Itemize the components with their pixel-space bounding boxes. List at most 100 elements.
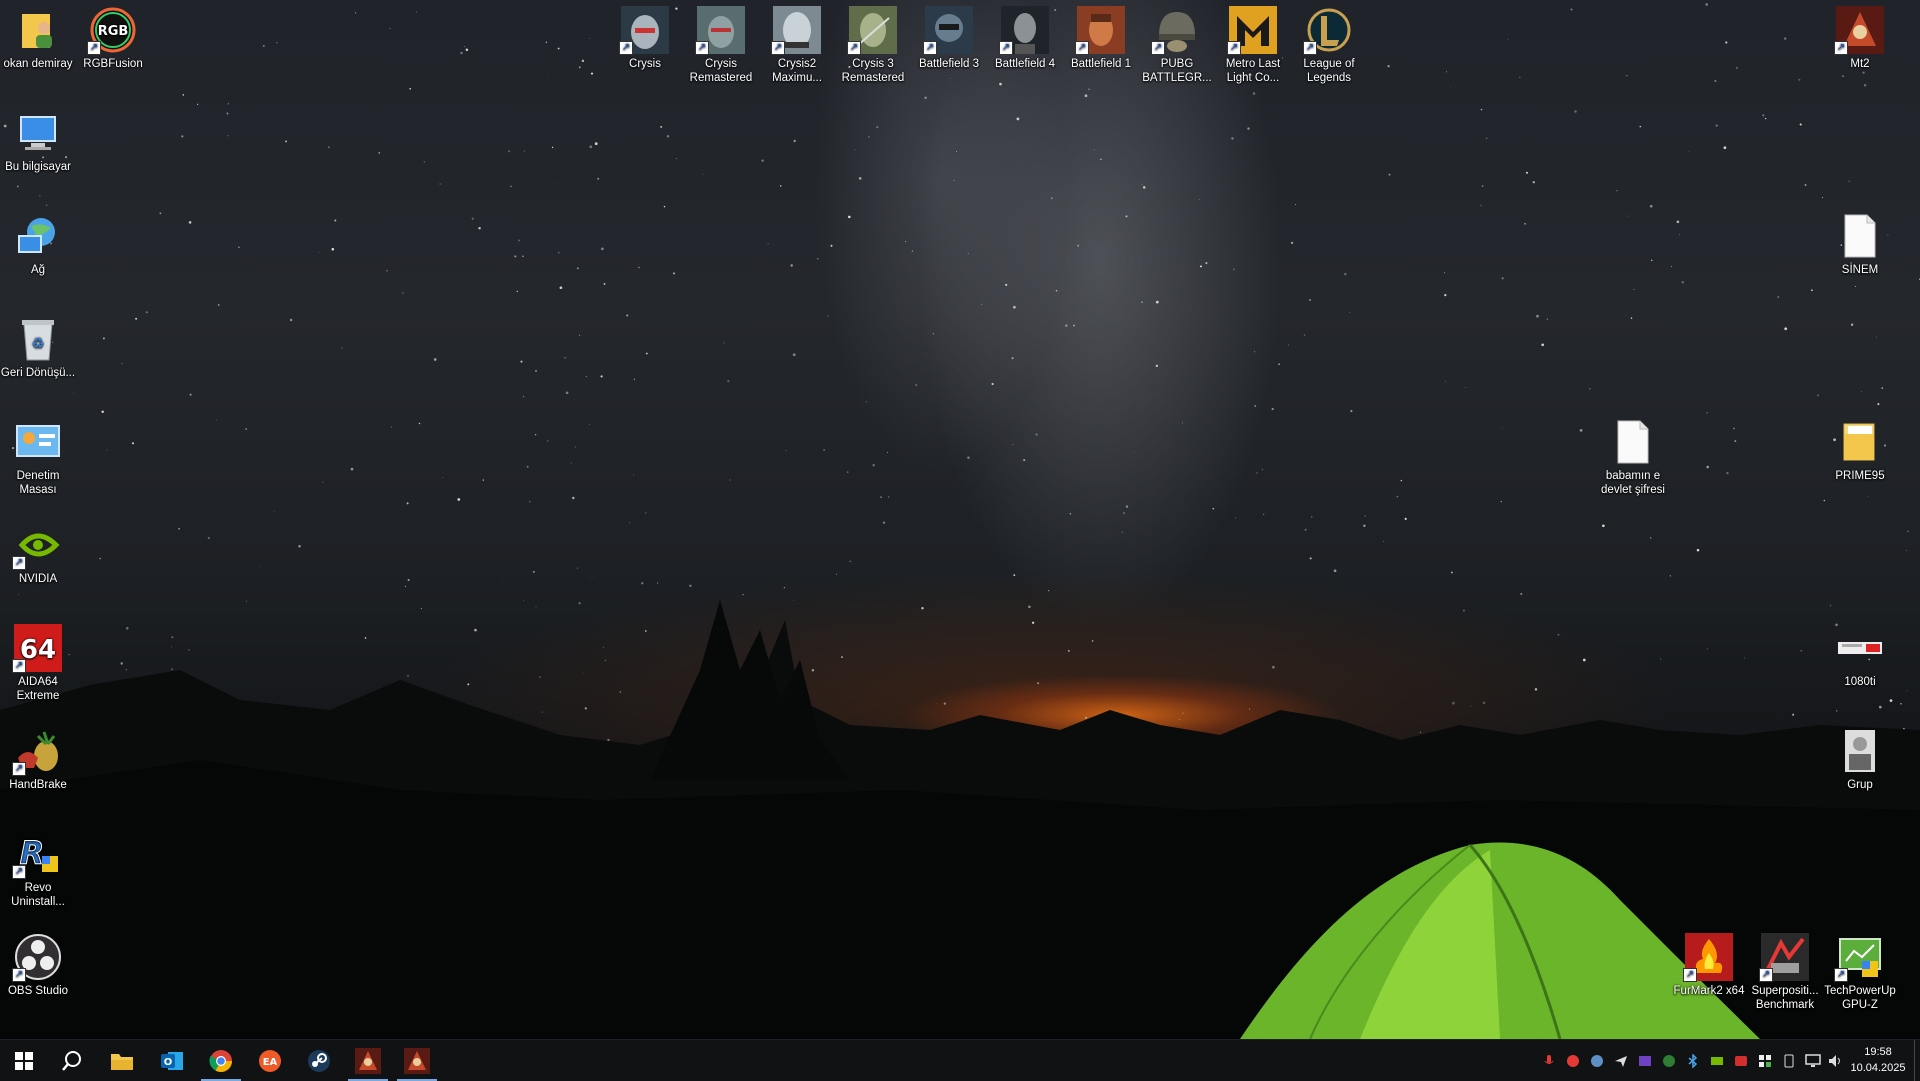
red-tray-icon[interactable] [1731,1040,1751,1081]
desktop-icon-label: Geri Dönüşü... [0,367,76,379]
start-button[interactable] [0,1040,48,1081]
show-desktop-button[interactable] [1914,1040,1920,1081]
desktop-icon-babamin-e-devlet[interactable]: babamın e devlet şifresi [1595,412,1671,497]
mt2-icon: ↗ [1834,6,1884,55]
handbrake-icon: ↗ [12,727,62,776]
desktop-icon-label: Battlefield 4 [994,58,1056,70]
gpu-tray-icon[interactable] [1635,1040,1655,1081]
shortcut-arrow-icon: ↗ [12,762,26,776]
xbox-icon[interactable] [1659,1040,1679,1081]
desktop-icon-bu-bilgisayar[interactable]: Bu bilgisayar [0,103,76,174]
desktop-icon-label: Revo Uninstall... [11,882,65,908]
desktop-icon-label: Grup [1847,779,1873,791]
desktop-icon-battlefield4[interactable]: ↗ Battlefield 4 [987,0,1063,71]
desktop-icon-denetim-masasi[interactable]: Denetim Masası [0,412,76,497]
taskbar-mt2-window-1[interactable] [344,1040,392,1081]
desktop-icon-label: RGBFusion [83,58,143,70]
gpu-image-icon [1836,624,1884,672]
rgb-badge-text: RGB [98,24,129,39]
crysis3-icon: ↗ [847,6,897,55]
desktop-icon-sinem[interactable]: SİNEM [1822,206,1898,277]
windows-logo-icon [15,1051,33,1070]
chrome-icon [209,1049,232,1072]
desktop-icon-prime95[interactable]: PRIME95 [1822,412,1898,483]
taskbar-clock[interactable]: 19:58 10.04.2025 [1846,1044,1910,1076]
league-of-legends-icon: ↗ [1303,6,1353,55]
shortcut-arrow-icon: ↗ [1683,968,1697,982]
desktop-icon-label: Crysis 3 Remastered [841,58,905,84]
desktop-icon-label: okan demiray [3,58,73,70]
desktop-icon-crysis2[interactable]: ↗ Crysis2 Maximu... [759,0,835,85]
desktop-icon-label: Battlefield 1 [1070,58,1132,70]
desktop-icon-okan-demiray[interactable]: okan demiray [0,0,76,71]
desktop-icon-1080ti[interactable]: 1080ti [1822,618,1898,689]
document-icon [1609,418,1657,466]
desktop-icon-grup[interactable]: Grup [1822,721,1898,792]
taskbar-ea-app[interactable]: EA [246,1040,294,1081]
mt2-icon [355,1047,381,1074]
desktop-icon-metro[interactable]: ↗ Metro Last Light Co... [1215,0,1291,85]
plane-icon[interactable] [1611,1040,1631,1081]
mic-icon[interactable] [1539,1040,1559,1081]
desktop-icon-crysis3[interactable]: ↗ Crysis 3 Remastered [835,0,911,85]
furmark-icon: ↗ [1683,933,1733,982]
desktop-icon-handbrake[interactable]: ↗ HandBrake [0,721,76,792]
taskbar-file-explorer[interactable] [98,1040,146,1081]
rgbfusion-icon: RGB ↗ [87,6,137,55]
shortcut-arrow-icon: ↗ [1759,968,1773,982]
desktop-wallpaper [0,0,1920,1039]
desktop-icon-pubg[interactable]: ↗ PUBG BATTLEGR... [1139,0,1215,85]
phone-link-icon[interactable] [1779,1040,1799,1081]
desktop-icon-label: FurMark2 x64 [1673,985,1745,997]
desktop-icon-label: NVIDIA [18,573,58,585]
desktop-icon-league[interactable]: ↗ League of Legends [1291,0,1367,85]
steam-icon [308,1049,330,1072]
metro-icon: ↗ [1227,6,1277,55]
desktop-icon-mt2[interactable]: ↗ Mt2 [1822,0,1898,71]
volume-icon[interactable] [1826,1040,1846,1081]
battlefield4-icon: ↗ [999,6,1049,55]
taskbar-chrome[interactable] [197,1040,245,1081]
red-app-icon[interactable] [1563,1040,1583,1081]
taskbar-steam[interactable] [295,1040,343,1081]
desktop-icon-aida64[interactable]: 64 ↗ AIDA64 Extreme [0,618,76,703]
shortcut-arrow-icon: ↗ [12,659,26,673]
steam-tray-icon[interactable] [1587,1040,1607,1081]
taskbar-outlook[interactable]: O [148,1040,196,1081]
defender-icon[interactable] [1755,1040,1775,1081]
taskbar: O EA 19:58 10.04.2025 [0,1039,1920,1081]
desktop-icon-revo[interactable]: R ↗ Revo Uninstall... [0,824,76,909]
document-icon [1836,212,1884,260]
taskbar-mt2-window-2[interactable] [393,1040,441,1081]
group-photo-icon [1836,727,1884,775]
outlook-icon: O [161,1051,183,1070]
desktop-icon-superposition[interactable]: ↗ Superpositi... Benchmark [1747,927,1823,1012]
desktop-icon-battlefield1[interactable]: ↗ Battlefield 1 [1063,0,1139,71]
shortcut-arrow-icon: ↗ [12,865,26,879]
desktop-icon-crysis-remastered[interactable]: ↗ Crysis Remastered [683,0,759,85]
crysis-remastered-icon: ↗ [695,6,745,55]
search-button[interactable] [48,1040,96,1081]
shortcut-arrow-icon: ↗ [12,556,26,570]
desktop-icon-label: Denetim Masası [16,470,60,496]
shortcut-arrow-icon: ↗ [1834,41,1848,55]
desktop-icon-battlefield3[interactable]: ↗ Battlefield 3 [911,0,987,71]
desktop-icon-gpuz[interactable]: ↗ TechPowerUp GPU-Z [1822,927,1898,1012]
desktop-icon-rgbfusion[interactable]: RGB ↗ RGBFusion [75,0,151,71]
desktop-icon-label: Mt2 [1850,58,1870,70]
bluetooth-icon[interactable] [1683,1040,1703,1081]
desktop-icon-label: SİNEM [1841,264,1879,276]
shortcut-arrow-icon: ↗ [619,41,633,55]
desktop-icon-label: Superpositi... Benchmark [1751,985,1819,1011]
search-icon [62,1050,81,1071]
desktop-icon-furmark[interactable]: ↗ FurMark2 x64 [1671,927,1747,998]
desktop-icon-geri-donusum[interactable]: ♻ Geri Dönüşü... [0,309,76,380]
desktop-icon-nvidia[interactable]: ↗ NVIDIA [0,515,76,586]
ea-glyph: EA [263,1057,278,1068]
folder-icon [111,1053,133,1070]
nvidia-tray-icon[interactable] [1707,1040,1727,1081]
desktop-icon-crysis[interactable]: ↗ Crysis [607,0,683,71]
desktop-icon-obs[interactable]: ↗ OBS Studio [0,927,76,998]
desktop-icon-ag[interactable]: Ağ [0,206,76,277]
network-icon[interactable] [1803,1040,1823,1081]
